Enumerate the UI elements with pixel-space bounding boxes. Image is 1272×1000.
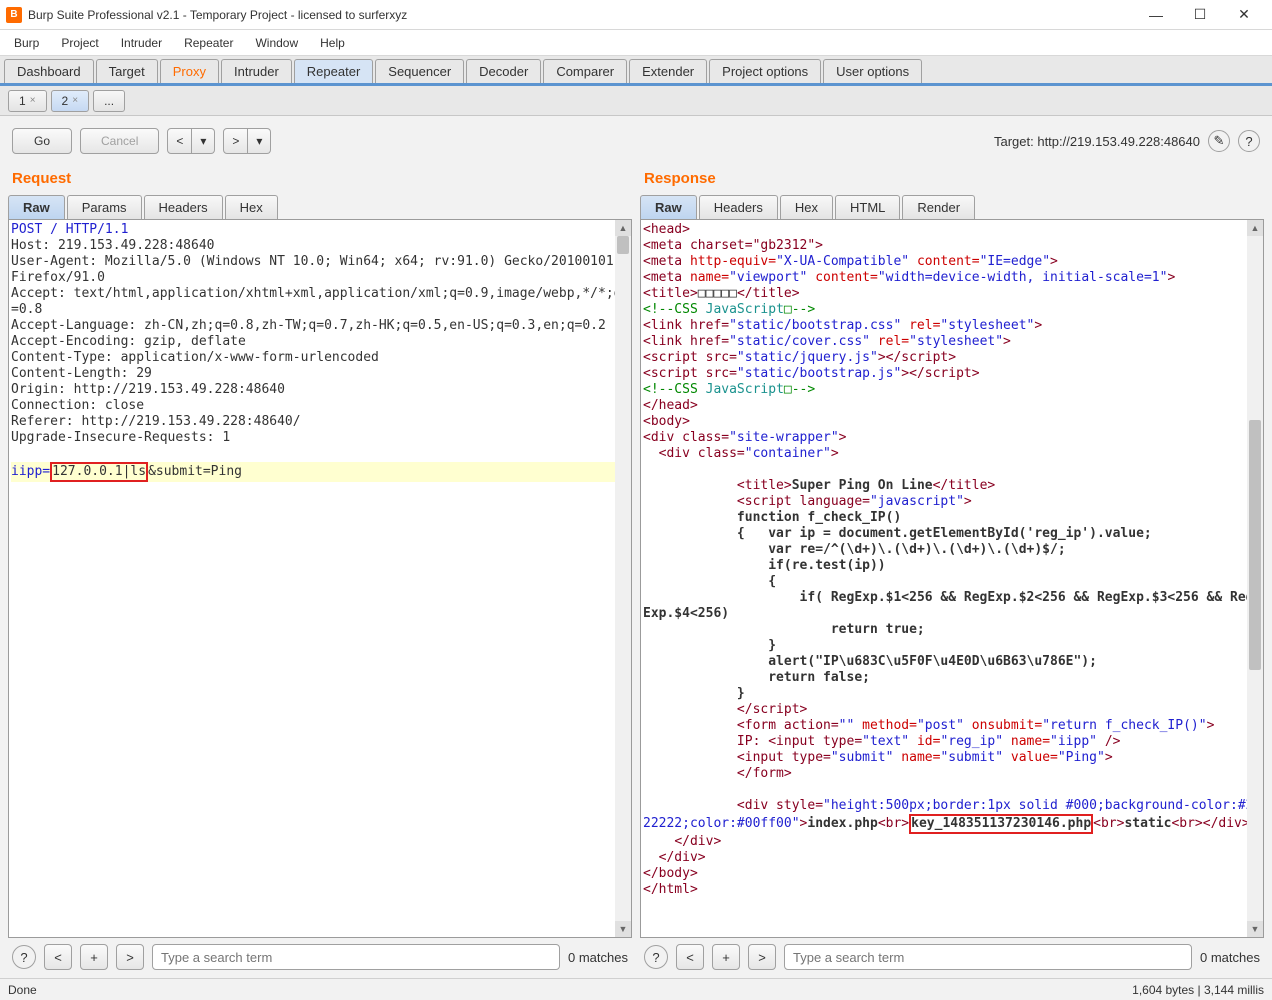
response-title: Response xyxy=(640,166,1264,195)
response-tab-headers[interactable]: Headers xyxy=(699,195,778,219)
menu-repeater[interactable]: Repeater xyxy=(174,34,243,52)
tab-decoder[interactable]: Decoder xyxy=(466,59,541,83)
request-tab-raw[interactable]: Raw xyxy=(8,195,65,219)
tab-intruder[interactable]: Intruder xyxy=(221,59,292,83)
tab-user-options[interactable]: User options xyxy=(823,59,922,83)
status-stats: 1,604 bytes | 3,144 millis xyxy=(1132,983,1264,997)
window-minimize-button[interactable]: — xyxy=(1134,1,1178,29)
history-back-dropdown[interactable]: ▾ xyxy=(192,128,215,154)
titlebar: B Burp Suite Professional v2.1 - Tempora… xyxy=(0,0,1272,30)
close-icon[interactable]: × xyxy=(30,95,36,106)
subtab-2[interactable]: 2× xyxy=(51,90,90,112)
request-editor[interactable]: POST / HTTP/1.1 Host: 219.153.49.228:486… xyxy=(9,220,631,937)
search-next-button[interactable]: > xyxy=(748,944,776,970)
close-icon[interactable]: × xyxy=(72,95,78,106)
search-add-button[interactable]: + xyxy=(80,944,108,970)
menu-project[interactable]: Project xyxy=(51,34,108,52)
request-tab-headers[interactable]: Headers xyxy=(144,195,223,219)
scrollbar-vertical[interactable]: ▲ ▼ xyxy=(615,220,631,937)
search-input[interactable] xyxy=(784,944,1192,970)
request-body-highlight: 127.0.0.1|ls xyxy=(50,462,148,482)
response-tab-raw[interactable]: Raw xyxy=(640,195,697,219)
scroll-down-icon[interactable]: ▼ xyxy=(615,921,631,937)
tab-target[interactable]: Target xyxy=(96,59,158,83)
request-title: Request xyxy=(8,166,632,195)
module-tabs: Dashboard Target Proxy Intruder Repeater… xyxy=(0,56,1272,86)
tab-comparer[interactable]: Comparer xyxy=(543,59,627,83)
help-icon[interactable]: ? xyxy=(1238,130,1260,152)
response-search-bar: ? < + > 0 matches xyxy=(640,938,1264,976)
request-tab-params[interactable]: Params xyxy=(67,195,142,219)
tab-proxy[interactable]: Proxy xyxy=(160,59,219,83)
response-tab-html[interactable]: HTML xyxy=(835,195,900,219)
scroll-thumb[interactable] xyxy=(1249,420,1261,670)
menubar: Burp Project Intruder Repeater Window He… xyxy=(0,30,1272,56)
scroll-up-icon[interactable]: ▲ xyxy=(1247,220,1263,236)
search-prev-button[interactable]: < xyxy=(676,944,704,970)
menu-help[interactable]: Help xyxy=(310,34,355,52)
tab-dashboard[interactable]: Dashboard xyxy=(4,59,94,83)
match-count: 0 matches xyxy=(568,950,628,965)
window-close-button[interactable]: ✕ xyxy=(1222,1,1266,29)
response-tab-render[interactable]: Render xyxy=(902,195,975,219)
action-bar: Go Cancel < ▾ > ▾ Target: http://219.153… xyxy=(0,116,1272,166)
match-count: 0 matches xyxy=(1200,950,1260,965)
cancel-button[interactable]: Cancel xyxy=(80,128,159,154)
search-next-button[interactable]: > xyxy=(116,944,144,970)
menu-burp[interactable]: Burp xyxy=(4,34,49,52)
menu-intruder[interactable]: Intruder xyxy=(111,34,172,52)
search-prev-button[interactable]: < xyxy=(44,944,72,970)
request-tab-hex[interactable]: Hex xyxy=(225,195,278,219)
scroll-thumb[interactable] xyxy=(617,236,629,254)
search-add-button[interactable]: + xyxy=(712,944,740,970)
status-bar: Done 1,604 bytes | 3,144 millis xyxy=(0,978,1272,1000)
request-pane: Request Raw Params Headers Hex POST / HT… xyxy=(8,166,632,976)
subtab-more[interactable]: ... xyxy=(93,90,125,112)
response-pane: Response Raw Headers Hex HTML Render <he… xyxy=(640,166,1264,976)
subtab-1[interactable]: 1× xyxy=(8,90,47,112)
search-input[interactable] xyxy=(152,944,560,970)
tab-sequencer[interactable]: Sequencer xyxy=(375,59,464,83)
repeater-sub-tabs: 1× 2× ... xyxy=(0,86,1272,116)
window-maximize-button[interactable]: ☐ xyxy=(1178,1,1222,29)
app-icon: B xyxy=(6,7,22,23)
window-title: Burp Suite Professional v2.1 - Temporary… xyxy=(28,8,407,22)
menu-window[interactable]: Window xyxy=(245,34,308,52)
tab-project-options[interactable]: Project options xyxy=(709,59,821,83)
go-button[interactable]: Go xyxy=(12,128,72,154)
response-key-highlight: key_148351137230146.php xyxy=(909,814,1093,834)
request-search-bar: ? < + > 0 matches xyxy=(8,938,632,976)
search-help-icon[interactable]: ? xyxy=(644,945,668,969)
history-forward-dropdown[interactable]: ▾ xyxy=(248,128,271,154)
scrollbar-vertical[interactable]: ▲ ▼ xyxy=(1247,220,1263,937)
tab-repeater[interactable]: Repeater xyxy=(294,59,373,83)
scroll-down-icon[interactable]: ▼ xyxy=(1247,921,1263,937)
history-back-button[interactable]: < xyxy=(167,128,192,154)
target-label: Target: http://219.153.49.228:48640 xyxy=(994,134,1200,149)
history-forward-button[interactable]: > xyxy=(223,128,248,154)
response-editor[interactable]: <head> <meta charset="gb2312"> <meta htt… xyxy=(641,220,1263,937)
tab-extender[interactable]: Extender xyxy=(629,59,707,83)
scroll-up-icon[interactable]: ▲ xyxy=(615,220,631,236)
response-tab-hex[interactable]: Hex xyxy=(780,195,833,219)
edit-target-icon[interactable]: ✎ xyxy=(1208,130,1230,152)
search-help-icon[interactable]: ? xyxy=(12,945,36,969)
status-text: Done xyxy=(8,983,37,997)
